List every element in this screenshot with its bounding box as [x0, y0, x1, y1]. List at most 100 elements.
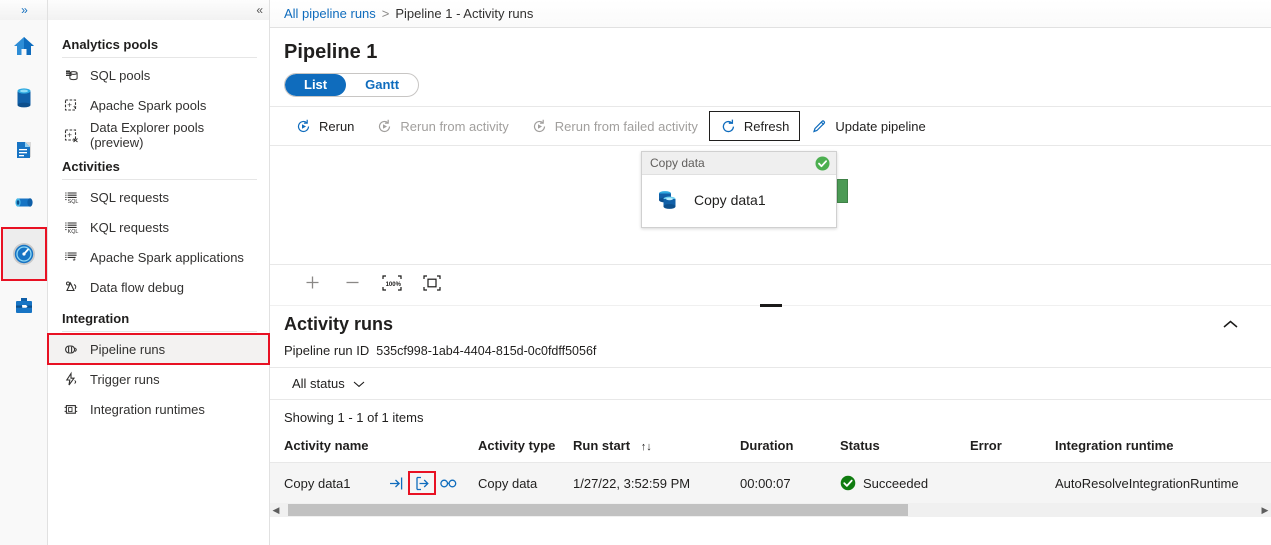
rail-item-manage[interactable]	[2, 280, 46, 332]
column-header-activity-type[interactable]: Activity type	[478, 432, 573, 463]
pipeline-run-id-label: Pipeline run ID	[284, 343, 370, 358]
scrollbar-thumb[interactable]	[288, 504, 908, 516]
sidebar-item-label: Apache Spark pools	[90, 97, 207, 113]
sidebar-item-kql-requests[interactable]: KQL KQL requests	[48, 212, 269, 242]
pipeline-run-id-value: 535cf998-1ab4-4404-815d-0c0fdff5056f	[376, 344, 597, 358]
rerun-from-failed-activity-button[interactable]: Rerun from failed activity	[520, 111, 709, 141]
data-explorer-pool-icon: +	[62, 126, 80, 144]
details-glasses-icon[interactable]	[435, 472, 461, 494]
zoom-to-100-button[interactable]: 100%	[372, 269, 412, 297]
activity-node-type-label: Copy data	[650, 156, 705, 170]
activity-node-output-port[interactable]	[837, 179, 848, 203]
sidebar-item-apache-spark-pools[interactable]: + * Apache Spark pools	[48, 90, 269, 120]
cell-integration-runtime: AutoResolveIntegrationRuntime	[1055, 462, 1271, 503]
column-header-run-start-label: Run start	[573, 438, 631, 453]
sidebar-item-label: Trigger runs	[90, 371, 160, 387]
sidebar-item-data-explorer-pools[interactable]: + Data Explorer pools (preview)	[48, 120, 269, 150]
table-horizontal-scrollbar[interactable]: ◀ ▶	[270, 503, 1271, 517]
chevron-down-icon	[353, 380, 365, 388]
column-header-run-start[interactable]: Run start ↑↓	[573, 432, 740, 463]
sql-request-icon: SQL	[62, 188, 80, 206]
tab-gantt[interactable]: Gantt	[346, 74, 418, 96]
sidebar-item-sql-pools[interactable]: SQL pools	[48, 60, 269, 90]
chevron-double-left-icon[interactable]: «	[256, 3, 263, 17]
sidebar-item-data-flow-debug[interactable]: Data flow debug	[48, 272, 269, 302]
rail-item-home[interactable]	[2, 20, 46, 72]
zoom-out-button[interactable]	[332, 269, 372, 297]
output-details-icon[interactable]	[408, 471, 436, 495]
table-row[interactable]: Copy data1 Copy data 1/27/22, 3:52:59 PM…	[270, 462, 1271, 503]
main-content: All pipeline runs > Pipeline 1 - Activit…	[270, 0, 1271, 545]
integration-runtimes-icon	[62, 400, 80, 418]
rail-item-integrate[interactable]	[2, 176, 46, 228]
breadcrumb-all-pipeline-runs[interactable]: All pipeline runs	[284, 6, 376, 21]
nav-divider	[62, 331, 257, 332]
document-icon	[11, 137, 37, 163]
pipeline-runs-icon	[62, 340, 80, 358]
column-header-duration[interactable]: Duration	[740, 432, 840, 463]
column-header-integration-runtime[interactable]: Integration runtime	[1055, 432, 1271, 463]
cell-status: Succeeded	[840, 462, 970, 503]
cell-activity-type: Copy data	[478, 462, 573, 503]
canvas-splitter[interactable]	[270, 300, 1271, 312]
refresh-label: Refresh	[743, 118, 790, 134]
chevron-double-right-icon[interactable]: »	[21, 3, 28, 17]
trigger-runs-icon	[62, 370, 80, 388]
rerun-from-failed-activity-label: Rerun from failed activity	[554, 118, 698, 134]
cell-activity-name: Copy data1	[270, 462, 478, 503]
sidebar-item-trigger-runs[interactable]: Trigger runs	[48, 364, 269, 394]
chevron-up-icon[interactable]	[1216, 315, 1245, 334]
status-filter-dropdown[interactable]: All status	[284, 373, 373, 394]
nav-group-title-integration: Integration	[62, 311, 130, 326]
zoom-to-fit-button[interactable]	[412, 269, 452, 297]
scrollbar-track[interactable]	[282, 503, 1259, 517]
rail-item-monitor[interactable]	[0, 227, 47, 281]
column-header-activity-name[interactable]: Activity name	[270, 432, 478, 463]
sidebar-item-integration-runtimes[interactable]: Integration runtimes	[48, 394, 269, 424]
sidebar-item-label: Integration runtimes	[90, 401, 205, 417]
activity-node-header: Copy data	[642, 152, 836, 175]
pipeline-run-id: Pipeline run ID 535cf998-1ab4-4404-815d-…	[270, 335, 1271, 358]
pencil-icon	[811, 118, 828, 135]
rail-item-develop[interactable]	[2, 124, 46, 176]
nav-body: Analytics pools SQL pools + * Apache Spa…	[47, 20, 270, 424]
activity-runs-title: Activity runs	[284, 314, 394, 334]
refresh-button[interactable]: Refresh	[708, 111, 801, 141]
gauge-icon	[10, 240, 38, 268]
activity-runs-section: Activity runs Pipeline run ID 535cf998-1…	[270, 312, 1271, 545]
sidebar-item-pipeline-runs[interactable]: Pipeline runs	[47, 333, 270, 365]
rerun-icon	[531, 118, 548, 135]
spark-pool-icon: + *	[62, 96, 80, 114]
rerun-button[interactable]: Rerun	[284, 111, 365, 141]
caret-right-icon[interactable]: ▶	[1259, 505, 1271, 516]
svg-text:SQL: SQL	[67, 199, 78, 205]
caret-left-icon[interactable]: ◀	[270, 505, 282, 516]
sidebar-item-sql-requests[interactable]: SQL SQL requests	[48, 182, 269, 212]
sidebar-item-label: Pipeline runs	[90, 341, 166, 357]
activity-runs-header: Activity runs	[270, 312, 1271, 335]
rail-item-data[interactable]	[2, 72, 46, 124]
status-badge: Succeeded	[840, 475, 970, 491]
sidebar-item-label: Apache Spark applications	[90, 249, 244, 265]
nav-header: «	[48, 0, 269, 20]
input-details-icon[interactable]	[383, 472, 409, 494]
column-header-error[interactable]: Error	[970, 432, 1055, 463]
sidebar-item-label: SQL requests	[90, 189, 170, 205]
splitter-grip[interactable]	[760, 304, 782, 307]
update-pipeline-button[interactable]: Update pipeline	[800, 111, 936, 141]
nav-group-title-analytics-pools: Analytics pools	[62, 37, 159, 52]
pipeline-toolbar: Rerun Rerun from activity Rerun from fai…	[270, 106, 1271, 146]
nav-divider	[62, 57, 257, 58]
pipeline-canvas[interactable]: Copy data Copy data1	[270, 146, 1271, 264]
database-icon	[11, 85, 37, 111]
home-icon	[11, 33, 37, 59]
sidebar-item-apache-spark-applications[interactable]: * Apache Spark applications	[48, 242, 269, 272]
svg-text:*: *	[72, 256, 75, 265]
zoom-in-button[interactable]	[292, 269, 332, 297]
rerun-from-activity-button[interactable]: Rerun from activity	[365, 111, 519, 141]
activity-node-copy-data[interactable]: Copy data Copy data1	[641, 151, 837, 228]
sidebar-item-label: Data Explorer pools (preview)	[90, 120, 205, 150]
tab-list[interactable]: List	[285, 74, 347, 96]
column-header-status[interactable]: Status	[840, 432, 970, 463]
activity-runs-table: Activity name Activity type Run start ↑↓…	[270, 432, 1271, 503]
